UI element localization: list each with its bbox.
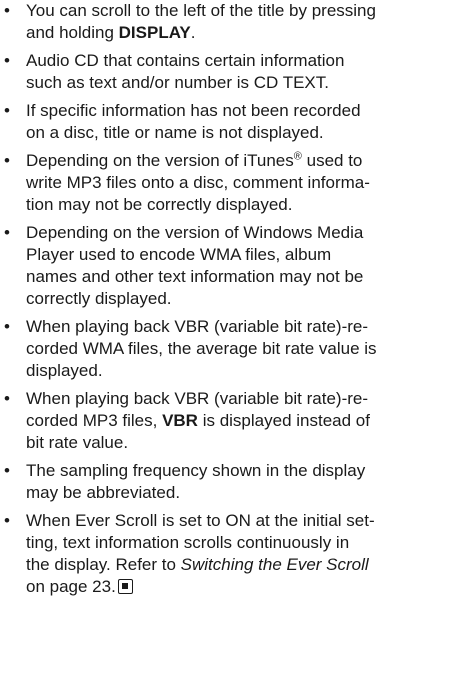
bullet-marker: • xyxy=(4,461,10,480)
section-end-icon xyxy=(117,579,133,594)
list-item: • The sampling frequency shown in the di… xyxy=(0,460,461,504)
item-text: bit rate value. xyxy=(26,433,129,452)
registered-mark: ® xyxy=(293,150,302,163)
item-text: write MP3 files onto a disc, comment inf… xyxy=(26,173,370,192)
bullet-marker: • xyxy=(4,389,10,408)
item-text: used to xyxy=(301,151,363,170)
list-item: • You can scroll to the left of the titl… xyxy=(0,0,461,44)
bullet-marker: • xyxy=(4,511,10,530)
display-button-name: DISPLAY xyxy=(118,23,191,42)
item-text: When playing back VBR (variable bit rate… xyxy=(26,317,369,336)
item-text: on page 23. xyxy=(26,577,116,596)
item-text: on a disc, title or name is not displaye… xyxy=(26,123,324,142)
bullet-marker: • xyxy=(4,101,10,120)
item-text: When Ever Scroll is set to ON at the ini… xyxy=(26,511,375,530)
item-text: . xyxy=(190,23,196,42)
item-text: corded MP3 files, xyxy=(26,411,163,430)
item-text: and holding xyxy=(26,23,119,42)
bullet-marker: • xyxy=(4,223,10,242)
item-text: displayed. xyxy=(26,361,103,380)
item-text: The sampling frequency shown in the disp… xyxy=(26,461,366,480)
item-text: If specific information has not been rec… xyxy=(26,101,361,120)
list-item: • When Ever Scroll is set to ON at the i… xyxy=(0,510,461,598)
item-text: correctly displayed. xyxy=(26,289,172,308)
bullet-marker: • xyxy=(4,317,10,336)
bullet-marker: • xyxy=(4,151,10,170)
list-item: • When playing back VBR (variable bit ra… xyxy=(0,316,461,382)
item-text: Audio CD that contains certain informati… xyxy=(26,51,345,70)
vbr-label: VBR xyxy=(162,411,198,430)
item-text: names and other text information may not… xyxy=(26,267,364,286)
cross-reference-title: Switching the Ever Scroll xyxy=(180,555,369,574)
bullet-list: • You can scroll to the left of the titl… xyxy=(0,0,461,604)
item-text: corded WMA files, the average bit rate v… xyxy=(26,339,377,358)
bullet-marker: • xyxy=(4,51,10,70)
list-item: • Audio CD that contains certain informa… xyxy=(0,50,461,94)
item-text: tion may not be correctly displayed. xyxy=(26,195,293,214)
item-text: such as text and/or number is CD TEXT. xyxy=(26,73,329,92)
item-text: the display. Refer to xyxy=(26,555,181,574)
item-text: You can scroll to the left of the title … xyxy=(26,1,376,20)
item-text: When playing back VBR (variable bit rate… xyxy=(26,389,369,408)
item-text: Depending on the version of iTunes xyxy=(26,151,294,170)
list-item: • Depending on the version of Windows Me… xyxy=(0,222,461,310)
list-item: • Depending on the version of iTunes® us… xyxy=(0,150,461,216)
item-text: is displayed instead of xyxy=(197,411,370,430)
bullet-marker: • xyxy=(4,1,10,20)
item-text: Depending on the version of Windows Medi… xyxy=(26,223,364,242)
list-item: • When playing back VBR (variable bit ra… xyxy=(0,388,461,454)
list-item: • If specific information has not been r… xyxy=(0,100,461,144)
item-text: may be abbreviated. xyxy=(26,483,181,502)
item-text: Player used to encode WMA files, album xyxy=(26,245,332,264)
item-text: ting, text information scrolls continuou… xyxy=(26,533,350,552)
